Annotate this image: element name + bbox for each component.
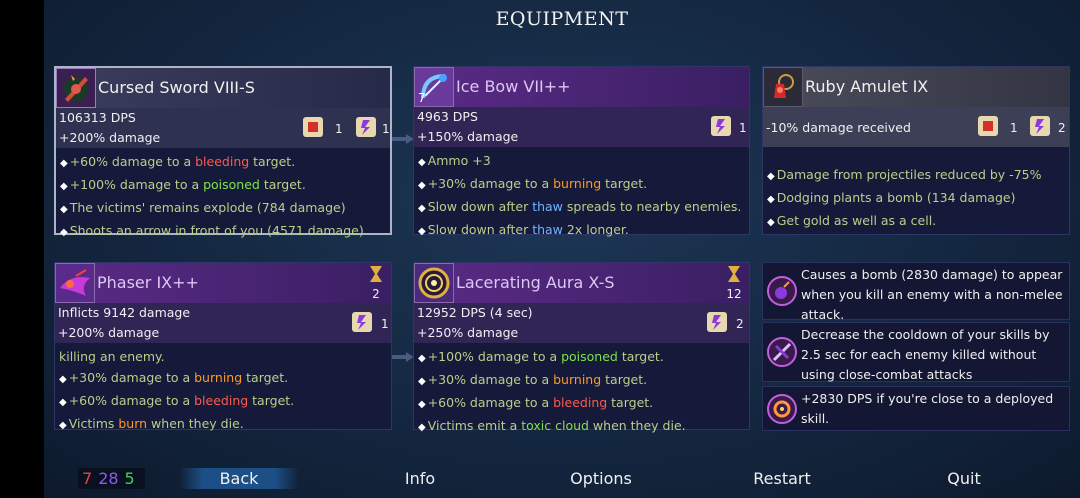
tactics-scroll-count: 1 xyxy=(382,122,390,136)
item-name: Lacerating Aura X-S xyxy=(456,273,615,292)
tactics-scroll-icon xyxy=(1030,116,1050,136)
tactics-scroll-icon xyxy=(711,116,731,136)
effect-line: ◆ Get gold as well as a cell. xyxy=(767,213,937,228)
effect-line: ◆ Dodging plants a bomb (134 damage) xyxy=(767,190,1016,205)
item-effects: ◆ Damage from projectiles reduced by -75%… xyxy=(767,164,1065,233)
effect-line: ◆ Damage from projectiles reduced by -75% xyxy=(767,167,1042,182)
hourglass-icon xyxy=(370,266,382,282)
phaser-icon xyxy=(55,263,95,303)
effect-line: ◆ Shoots an arrow in front of you (4571 d… xyxy=(60,223,364,238)
effect-line: ◆ Victims emit a toxic cloud when they di… xyxy=(418,418,686,433)
effect-line: ◆ +100% damage to a poisoned target. xyxy=(418,349,664,364)
screen-title: EQUIPMENT xyxy=(495,8,629,30)
mutation-row[interactable]: +2830 DPS if you're close to a deployed … xyxy=(762,386,1070,431)
tactics-scroll-icon xyxy=(352,312,372,332)
brutality-scroll-count: 1 xyxy=(1010,121,1018,135)
skill-card-phaser[interactable]: Phaser IX++ 2 Inflicts 9142 damage +200%… xyxy=(54,262,392,431)
cooldown-seconds: 12 xyxy=(726,287,742,301)
tactics-scroll-count: 2 xyxy=(736,317,744,331)
item-damage-bonus: +250% damage xyxy=(417,325,519,340)
hourglass-icon xyxy=(728,266,740,282)
bomb-mutation-icon xyxy=(767,276,797,306)
mutation-description: Causes a bomb (2830 damage) to appear wh… xyxy=(801,267,1063,322)
tactics-scroll-count: 1 xyxy=(381,317,389,331)
mutation-description: +2830 DPS if you're close to a deployed … xyxy=(801,391,1054,426)
item-damage-bonus: +200% damage xyxy=(59,130,161,145)
effect-line: ◆ +60% damage to a bleeding target. xyxy=(60,154,296,169)
effect-line: ◆ The victims' remains explode (784 damag… xyxy=(60,200,346,215)
effect-line: killing an enemy. xyxy=(59,349,165,364)
effect-line: ◆ +30% damage to a burning target. xyxy=(418,372,648,387)
effect-line: ◆ +30% damage to a burning target. xyxy=(418,176,648,191)
tactics-scroll-icon xyxy=(707,312,727,332)
cooldown-mutation-icon xyxy=(767,337,797,367)
tactics-stat: 28 xyxy=(98,469,119,488)
back-button[interactable]: Back xyxy=(179,468,299,489)
item-dps: 12952 DPS (4 sec) xyxy=(417,305,533,320)
mutation-row[interactable]: Causes a bomb (2830 damage) to appear wh… xyxy=(762,262,1070,322)
item-effects: ◆ +100% damage to a poisoned target. ◆ +30… xyxy=(418,346,745,438)
item-stat: -10% damage received xyxy=(766,120,911,135)
item-name: Ice Bow VII++ xyxy=(456,77,571,96)
mutation-row[interactable]: Decrease the cooldown of your skills by … xyxy=(762,322,1070,382)
tactics-scroll-count: 2 xyxy=(1058,121,1066,135)
effect-line: ◆ +60% damage to a bleeding target. xyxy=(59,393,295,408)
cooldown-timer: 12 xyxy=(723,265,745,301)
item-damage: Inflicts 9142 damage xyxy=(58,305,191,320)
ruby-amulet-icon xyxy=(763,67,803,107)
weapon-card-ice-bow[interactable]: 7 Ice Bow VII++ 4963 DPS +150% damage 1 … xyxy=(413,66,750,237)
cursed-sword-icon xyxy=(56,68,96,108)
lacerating-aura-icon xyxy=(414,263,454,303)
link-arrow-icon xyxy=(392,134,414,144)
item-level: 7 xyxy=(418,91,426,105)
brutality-scroll-icon xyxy=(303,117,323,137)
options-button[interactable]: Options xyxy=(541,469,661,488)
item-dps: 4963 DPS xyxy=(417,109,478,124)
effect-line: ◆ Victims burn when they die. xyxy=(59,416,244,431)
info-button[interactable]: Info xyxy=(360,469,480,488)
effect-line: ◆ Ammo +3 xyxy=(418,153,491,168)
item-effects: ◆ Ammo +3 ◆ +30% damage to a burning targe… xyxy=(418,150,745,242)
tactics-scroll-count: 1 xyxy=(739,121,747,135)
mutation-description: Decrease the cooldown of your skills by … xyxy=(801,327,1050,382)
effect-line: ◆ Slow down after thaw 2x longer. xyxy=(418,222,629,237)
skill-proximity-mutation-icon xyxy=(767,393,797,424)
item-damage-bonus: +200% damage xyxy=(58,325,160,340)
weapon-card-cursed-sword[interactable]: Cursed Sword VIII-S 106313 DPS +200% dam… xyxy=(54,66,392,238)
link-arrow-icon xyxy=(392,352,414,362)
survival-stat: 5 xyxy=(124,469,135,488)
cooldown-timer: 2 xyxy=(365,265,387,301)
amulet-card-ruby-amulet[interactable]: Ruby Amulet IX -10% damage received 1 2 … xyxy=(762,66,1070,235)
item-effects: killing an enemy. ◆ +30% damage to a burn… xyxy=(59,346,387,436)
brutality-stat: 7 xyxy=(82,469,93,488)
brutality-scroll-count: 1 xyxy=(335,122,343,136)
effect-line: ◆ +60% damage to a bleeding target. xyxy=(418,395,654,410)
item-name: Phaser IX++ xyxy=(97,273,199,292)
tactics-scroll-icon xyxy=(356,117,376,137)
restart-button[interactable]: Restart xyxy=(722,469,842,488)
effect-line: ◆ +100% damage to a poisoned target. xyxy=(60,177,306,192)
cooldown-seconds: 2 xyxy=(372,287,380,301)
scroll-stats: 7 28 5 xyxy=(78,468,145,489)
effect-line: ◆ +30% damage to a burning target. xyxy=(59,370,289,385)
skill-card-lacerating-aura[interactable]: Lacerating Aura X-S 12 12952 DPS (4 sec)… xyxy=(413,262,750,433)
effect-line: ◆ Slow down after thaw spreads to nearby … xyxy=(418,199,742,214)
item-name: Cursed Sword VIII-S xyxy=(98,78,255,97)
left-black-band xyxy=(0,0,44,498)
brutality-scroll-icon xyxy=(978,116,998,136)
bottom-menu-bar: 7 28 5 Back Info Options Restart Quit xyxy=(44,464,1080,498)
item-effects: ◆ +60% damage to a bleeding target. ◆ +100… xyxy=(60,151,386,243)
item-dps: 106313 DPS xyxy=(59,110,136,125)
ice-bow-icon: 7 xyxy=(414,67,454,107)
item-damage-bonus: +150% damage xyxy=(417,129,519,144)
item-name: Ruby Amulet IX xyxy=(805,77,929,96)
quit-button[interactable]: Quit xyxy=(904,469,1024,488)
